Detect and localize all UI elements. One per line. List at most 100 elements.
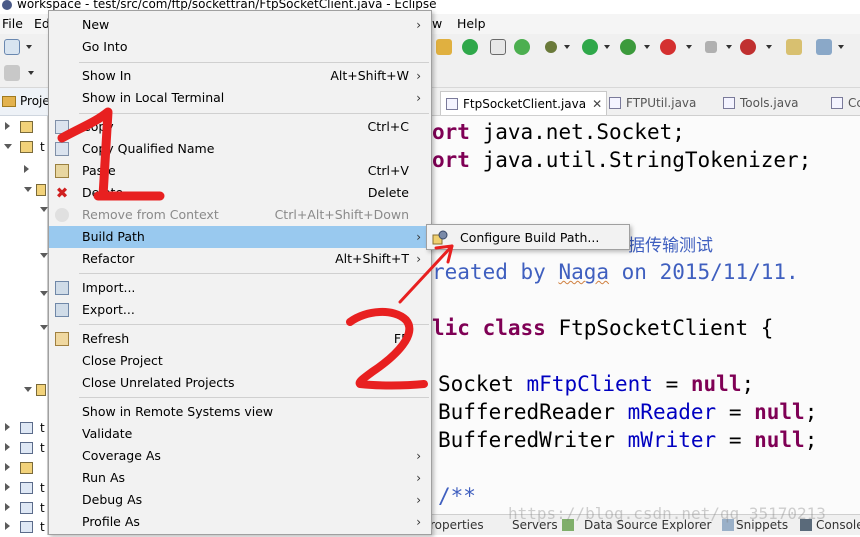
chevron-down-icon[interactable] [564,45,570,49]
code-editor[interactable]: ort java.net.Socket; ort java.util.Strin… [432,116,860,514]
collapse-icon[interactable] [40,325,48,330]
menu-item-close-unrelated-projects[interactable]: Close Unrelated Projects [49,372,431,394]
folder-icon [36,384,46,396]
chevron-down-icon[interactable] [766,45,772,49]
collapse-icon[interactable] [40,207,48,212]
collapse-icon[interactable] [40,291,48,296]
refresh-icon[interactable] [514,39,530,55]
tree-item[interactable] [0,160,48,180]
menu-window[interactable]: w [432,16,442,31]
chevron-down-icon[interactable] [644,45,650,49]
editor-tabbar: FtpSocketClient.java ✕ FTPUtil.java Tools… [432,88,860,116]
close-icon[interactable]: ✕ [592,97,602,111]
tree-item[interactable]: t [0,478,48,498]
menu-separator [79,397,429,398]
expand-icon[interactable] [5,463,10,471]
expand-icon[interactable] [5,483,10,491]
menu-item-run-as[interactable]: Run As › [49,467,431,489]
project-icon [20,141,33,153]
package-icon[interactable] [786,39,802,55]
tree-item[interactable] [0,180,48,200]
tree-item[interactable] [0,318,48,338]
menu-item-coverage-as[interactable]: Coverage As › [49,445,431,467]
menu-item-import[interactable]: Import... [49,277,431,299]
menu-item-show-in-remote-systems[interactable]: Show in Remote Systems view [49,401,431,423]
collapse-icon[interactable] [24,387,32,392]
tree-item[interactable] [0,458,48,478]
menu-item-show-in[interactable]: Show In Alt+Shift+W › [49,65,431,87]
coverage-icon[interactable] [620,39,636,55]
menu-item-refactor[interactable]: Refactor Alt+Shift+T › [49,248,431,270]
toolbar-icon[interactable] [436,39,452,55]
chevron-down-icon[interactable] [726,45,732,49]
package-icon [36,184,46,196]
menu-item-remove-from-context[interactable]: Remove from Context Ctrl+Alt+Shift+Down [49,204,431,226]
expand-icon[interactable] [5,522,10,530]
explorer-tab[interactable]: Proje [0,88,50,116]
menu-item-close-project[interactable]: Close Project [49,350,431,372]
menu-item-go-into[interactable]: Go Into [49,36,431,58]
open-type-icon[interactable] [816,39,832,55]
chevron-down-icon[interactable] [838,45,844,49]
stop-icon[interactable] [705,41,717,53]
tree-item[interactable] [0,117,48,137]
server-icon[interactable] [740,39,756,55]
tree-item[interactable] [0,284,48,304]
tree-item[interactable] [0,246,48,266]
menu-item-validate[interactable]: Validate [49,423,431,445]
tree-item[interactable]: t [0,517,48,537]
run-icon[interactable] [582,39,598,55]
tab-tools[interactable]: Tools.java [718,91,803,115]
code-line: ort java.net.Socket; [432,120,685,144]
menu-help[interactable]: Help [457,16,486,31]
menu-item-configure-build-path[interactable]: Configure Build Path... [460,230,599,245]
tree-item[interactable]: t [0,418,48,438]
menu-item-refresh[interactable]: Refresh F5 [49,328,431,350]
expand-icon[interactable] [5,443,10,451]
folder-icon [2,96,16,107]
back-icon[interactable] [4,65,20,81]
menu-item-copy-qualified-name[interactable]: Copy Qualified Name [49,138,431,160]
chevron-down-icon[interactable] [26,45,32,49]
expand-icon[interactable] [24,165,29,173]
menu-item-delete[interactable]: ✖ Delete Delete [49,182,431,204]
chevron-down-icon[interactable] [686,45,692,49]
expand-icon[interactable] [5,503,10,511]
tab-ftputil[interactable]: FTPUtil.java [604,91,700,115]
menu-item-new[interactable]: New › [49,14,431,36]
code-line: reated by Naga on 2015/11/11. [432,260,799,284]
collapse-icon[interactable] [4,144,12,149]
tree-item[interactable]: t [0,438,48,458]
tab-more[interactable]: Cc [826,91,860,115]
external-tools-icon[interactable] [660,39,676,55]
chevron-down-icon[interactable] [28,71,34,75]
tab-ftpsocketclient[interactable]: FtpSocketClient.java ✕ [440,91,608,115]
collapse-icon[interactable] [40,253,48,258]
expand-icon[interactable] [5,423,10,431]
menu-item-show-in-local-terminal[interactable]: Show in Local Terminal › [49,87,431,109]
menu-separator [79,113,429,114]
menu-item-debug-as[interactable]: Debug As › [49,489,431,511]
tree-item[interactable] [0,200,48,220]
menu-file[interactable]: File [2,16,23,31]
new-icon[interactable] [4,39,20,55]
tree-item[interactable] [0,380,48,400]
debug-icon[interactable] [545,41,557,53]
tree-item[interactable]: t [0,137,48,157]
menu-item-paste[interactable]: Paste Ctrl+V [49,160,431,182]
code-line: BufferedReader mReader = null; [438,400,818,424]
tab-properties[interactable]: roperties [430,518,484,532]
collapse-icon[interactable] [24,187,32,192]
menu-item-copy[interactable]: Copy Ctrl+C [49,116,431,138]
remove-context-icon [55,208,69,222]
chevron-down-icon[interactable] [604,45,610,49]
export-icon [55,303,69,317]
run-server-icon[interactable] [462,39,478,55]
toggle-icon[interactable] [490,39,506,55]
context-menu: New › Go Into Show In Alt+Shift+W › Show in… [48,10,432,535]
expand-icon[interactable] [5,122,10,130]
menu-item-build-path[interactable]: Build Path › [49,226,431,248]
menu-item-export[interactable]: Export... [49,299,431,321]
tree-item[interactable]: t [0,498,48,518]
menu-item-profile-as[interactable]: Profile As › [49,511,431,533]
